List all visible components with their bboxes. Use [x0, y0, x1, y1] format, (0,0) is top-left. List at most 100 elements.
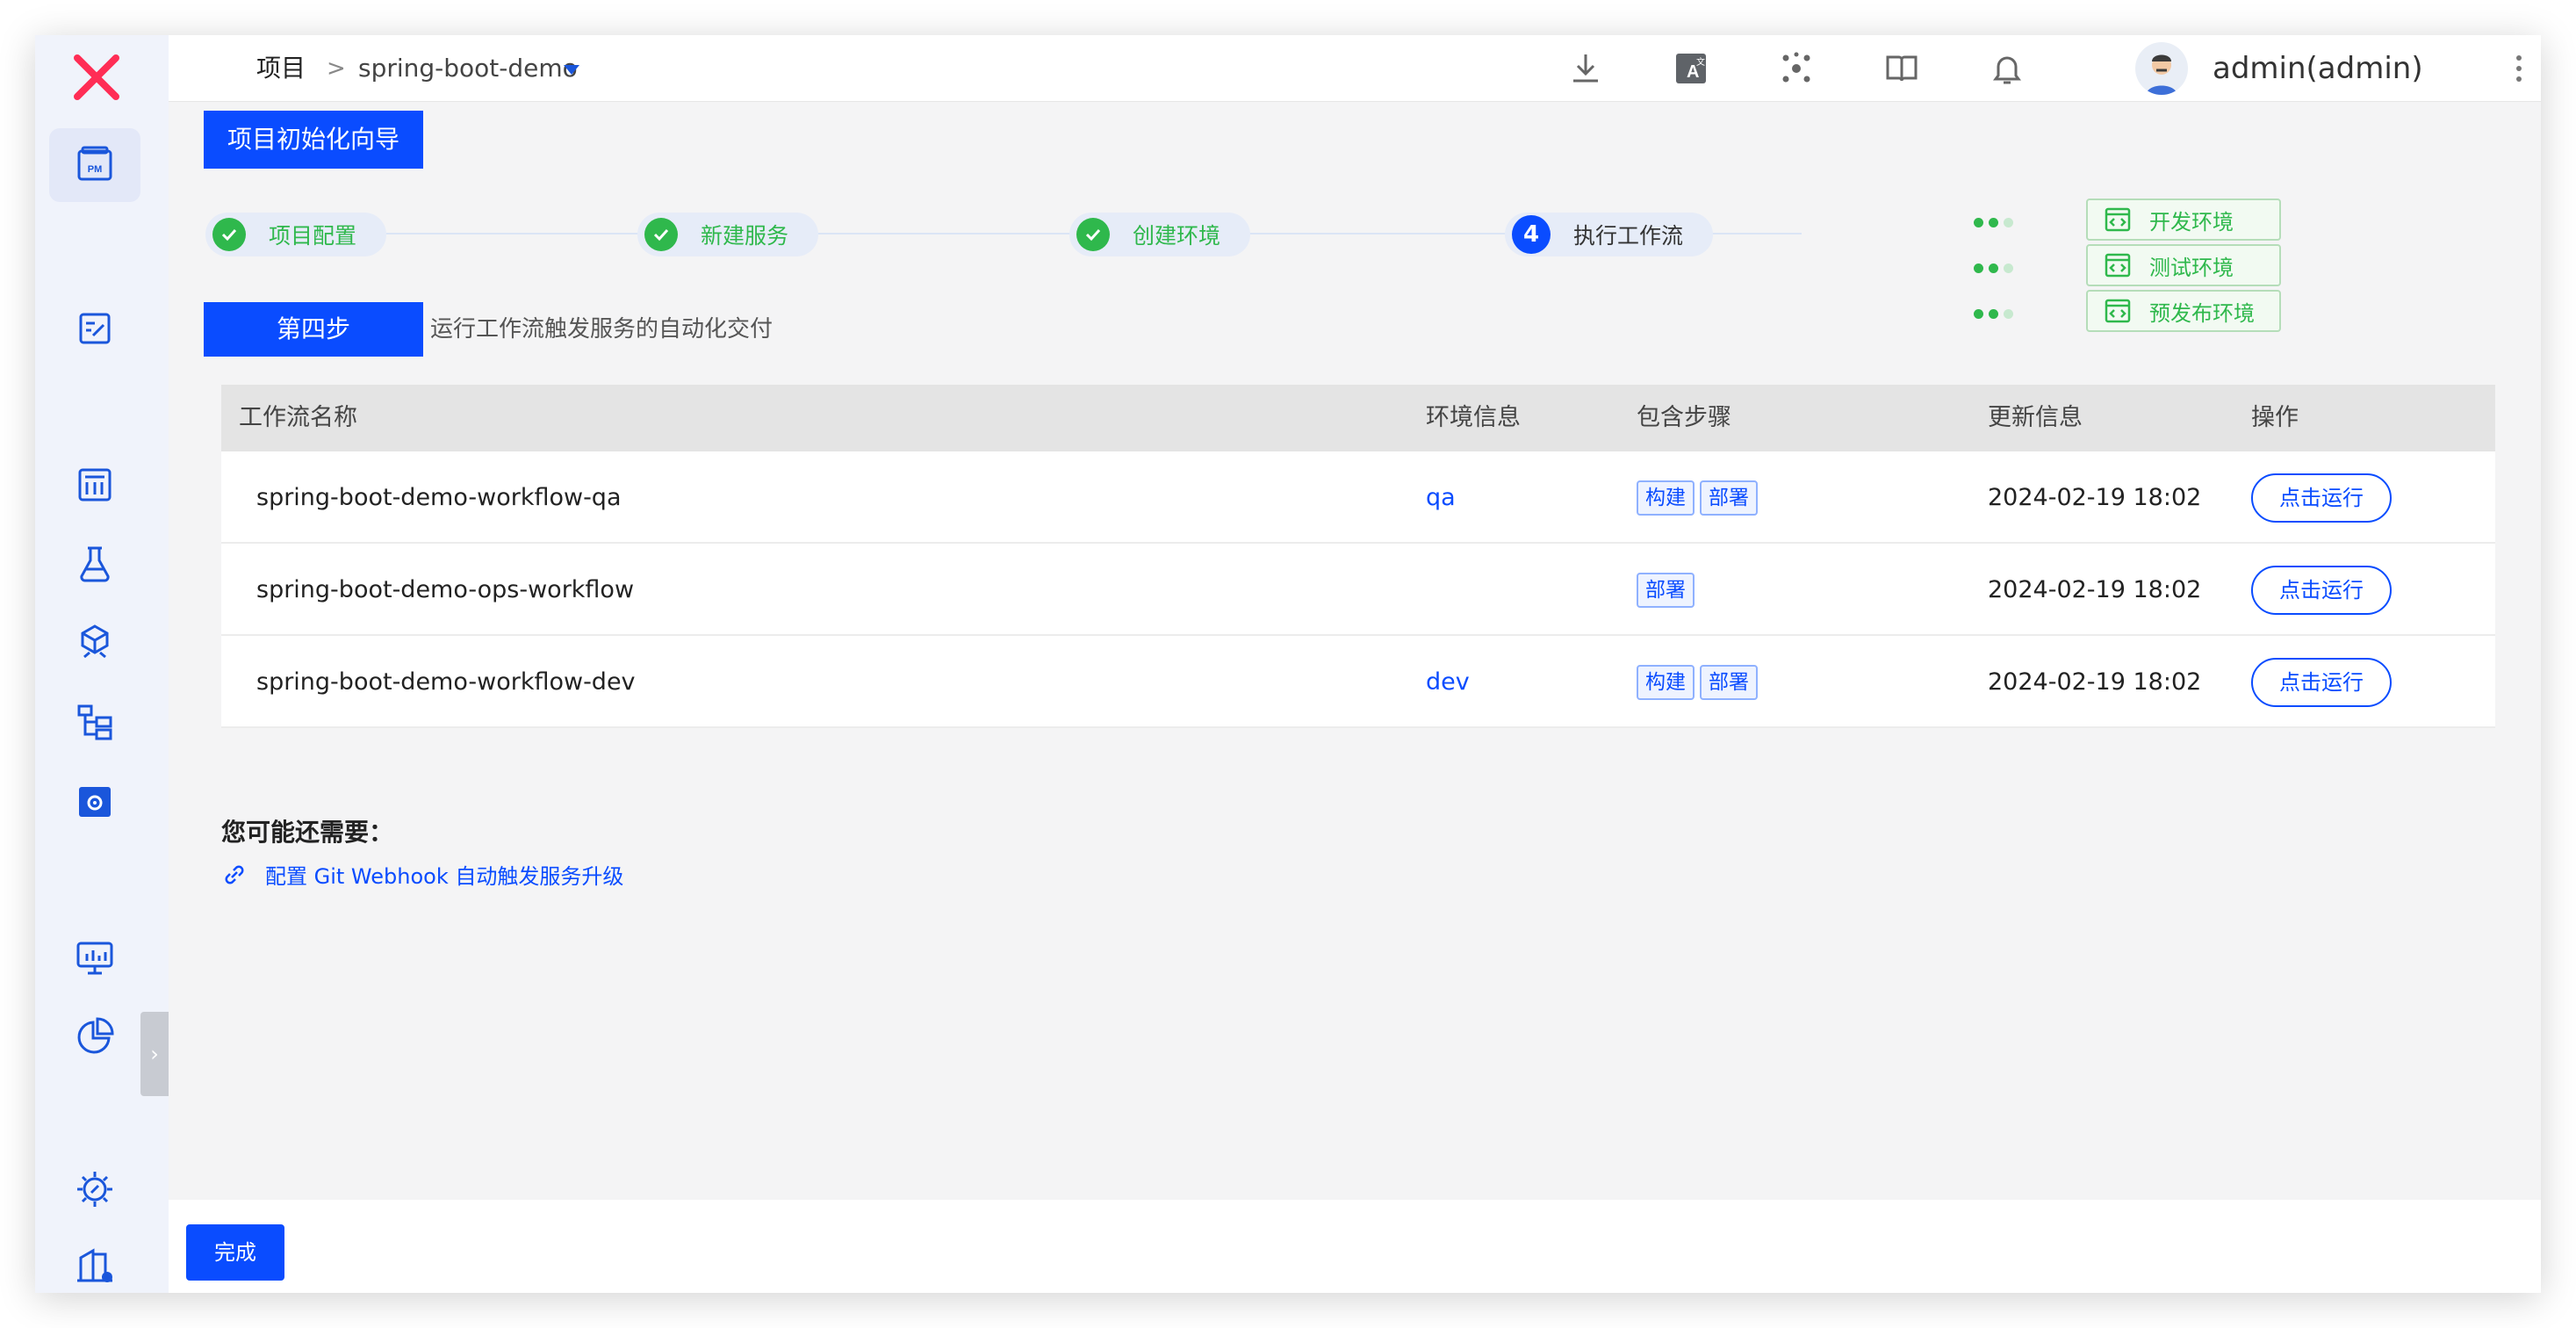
- column-header: 工作流名称: [239, 404, 357, 431]
- dashboard-icon: [78, 468, 112, 502]
- env-button-label: 预发布环境: [2149, 300, 2255, 326]
- column-header: 更新信息: [1988, 404, 2083, 431]
- done-button[interactable]: 完成: [186, 1224, 284, 1281]
- edit-document-icon: [79, 313, 111, 344]
- sidebar-expand-toggle[interactable]: ›: [140, 1012, 169, 1096]
- suggestions-title: 您可能还需要：: [221, 818, 394, 847]
- chevron-right-icon: ›: [150, 1042, 159, 1066]
- sidebar-item-insights[interactable]: [49, 1000, 140, 1073]
- code-window-icon: [2105, 299, 2131, 323]
- env-button-dev[interactable]: 开发环境: [2086, 198, 2281, 241]
- sidebar-item-projects[interactable]: PM: [49, 128, 140, 202]
- env-button-label: 开发环境: [2149, 209, 2234, 235]
- workflow-steps: 构建 部署: [1637, 636, 1758, 728]
- package-icon: [81, 624, 109, 659]
- top-bar: 项目 > spring-boot-demo A文 admin(admin): [169, 35, 2541, 102]
- wizard-step-label: 执行工作流: [1573, 223, 1684, 249]
- project-dropdown-caret-icon[interactable]: [564, 65, 579, 75]
- project-pm-icon: PM: [77, 146, 112, 181]
- workflow-name: spring-boot-demo-workflow-dev: [256, 668, 636, 696]
- run-workflow-button[interactable]: 点击运行: [2251, 658, 2392, 707]
- user-name[interactable]: admin(admin): [2213, 35, 2423, 102]
- env-status-dots: [1974, 309, 2013, 319]
- docs-book-icon[interactable]: [1881, 47, 1923, 90]
- column-header: 操作: [2251, 404, 2299, 431]
- webhook-guide-link[interactable]: 配置 Git Webhook 自动触发服务升级: [221, 859, 623, 890]
- notification-bell-icon[interactable]: [1986, 47, 2028, 90]
- code-window-icon: [2105, 253, 2131, 278]
- breadcrumb-separator: >: [327, 55, 346, 82]
- sidebar-item-releases[interactable]: [49, 685, 140, 759]
- sidebar-item-tests[interactable]: [49, 527, 140, 601]
- wizard-step-label: 新建服务: [701, 223, 789, 249]
- plugins-icon[interactable]: [1775, 47, 1817, 90]
- monitor-chart-icon: [76, 942, 113, 975]
- flask-icon: [80, 546, 110, 582]
- pie-chart-icon: [77, 1017, 114, 1054]
- download-icon[interactable]: [1565, 47, 1607, 90]
- gear-box-icon: [79, 787, 111, 817]
- wizard-step-label: 项目配置: [269, 223, 357, 249]
- code-window-icon: [2105, 207, 2131, 232]
- wizard-step-1[interactable]: 项目配置: [205, 213, 387, 256]
- env-status-dots: [1974, 263, 2013, 273]
- env-button-staging[interactable]: 预发布环境: [2086, 290, 2281, 332]
- sidebar-item-enterprise[interactable]: [49, 1228, 140, 1293]
- wizard-title: 项目初始化向导: [204, 111, 423, 169]
- sidebar-item-artifacts[interactable]: [49, 606, 140, 680]
- main-content: 项目初始化向导 项目配置 新建服务 创建环境 4 执行工作流 开发环境 测试环境: [169, 102, 2541, 1235]
- step-tag: 部署: [1700, 480, 1758, 516]
- settings-gear-icon: [77, 1172, 112, 1207]
- current-step-description: 运行工作流触发服务的自动化交付: [430, 316, 774, 343]
- updated-time: 2024-02-19 18:02: [1988, 576, 2202, 603]
- svg-text:文: 文: [1696, 56, 1705, 68]
- sidebar-item-plans[interactable]: [49, 292, 140, 365]
- step-tag: 构建: [1637, 664, 1695, 700]
- breadcrumb-project[interactable]: spring-boot-demo: [358, 35, 578, 102]
- more-vertical-icon[interactable]: [2515, 53, 2523, 84]
- svg-text:PM: PM: [88, 164, 103, 175]
- app-window: PM › 项目 > spring-boot-demo A 文 admin(adm…: [35, 35, 2541, 1293]
- env-link[interactable]: dev: [1426, 636, 1470, 728]
- sidebar-item-system-settings[interactable]: [49, 1152, 140, 1226]
- workflow-steps: 构建 部署: [1637, 451, 1758, 544]
- workflow-table: 工作流名称 环境信息 包含步骤 更新信息 操作 spring-boot-demo…: [221, 385, 2495, 728]
- webhook-guide-link-label: 配置 Git Webhook 自动触发服务升级: [265, 864, 624, 889]
- env-link[interactable]: qa: [1426, 451, 1456, 544]
- wizard-step-3[interactable]: 创建环境: [1069, 213, 1251, 256]
- run-workflow-button[interactable]: 点击运行: [2251, 473, 2392, 523]
- step-tag: 构建: [1637, 480, 1695, 516]
- env-status-dots: [1974, 218, 2013, 227]
- link-icon: [225, 865, 244, 884]
- run-workflow-button[interactable]: 点击运行: [2251, 566, 2392, 615]
- updated-time: 2024-02-19 18:02: [1988, 668, 2202, 696]
- table-row: spring-boot-demo-workflow-qa qa 构建 部署 20…: [221, 451, 2495, 544]
- current-step-tag: 第四步: [204, 302, 423, 357]
- column-header: 包含步骤: [1637, 404, 1731, 431]
- footer-bar: 完成: [169, 1200, 2541, 1293]
- check-icon: [644, 218, 678, 251]
- sidebar-item-monitor[interactable]: [49, 920, 140, 994]
- table-row: spring-boot-demo-ops-workflow 部署 2024-02…: [221, 544, 2495, 636]
- step-tag: 部署: [1637, 572, 1695, 608]
- wizard-step-2[interactable]: 新建服务: [637, 213, 819, 256]
- env-button-test[interactable]: 测试环境: [2086, 244, 2281, 286]
- building-icon: [77, 1248, 112, 1282]
- zadig-logo-icon[interactable]: [70, 51, 123, 104]
- sidebar-item-settings-center[interactable]: [49, 764, 140, 838]
- step-number-badge: 4: [1512, 215, 1551, 254]
- workflow-name: spring-boot-demo-workflow-qa: [256, 484, 622, 511]
- table-row: spring-boot-demo-workflow-dev dev 构建 部署 …: [221, 636, 2495, 728]
- tree-structure-icon: [77, 704, 112, 740]
- table-header: 工作流名称 环境信息 包含步骤 更新信息 操作: [221, 385, 2495, 451]
- translate-icon[interactable]: A文: [1670, 47, 1712, 90]
- env-button-label: 测试环境: [2149, 255, 2234, 280]
- updated-time: 2024-02-19 18:02: [1988, 484, 2202, 511]
- wizard-step-label: 创建环境: [1133, 223, 1221, 249]
- breadcrumb-root[interactable]: 项目: [256, 35, 306, 102]
- check-icon: [212, 218, 246, 251]
- wizard-step-4[interactable]: 4 执行工作流: [1505, 213, 1714, 256]
- avatar[interactable]: [2135, 42, 2188, 95]
- check-icon: [1076, 218, 1110, 251]
- sidebar-item-builds[interactable]: [49, 448, 140, 522]
